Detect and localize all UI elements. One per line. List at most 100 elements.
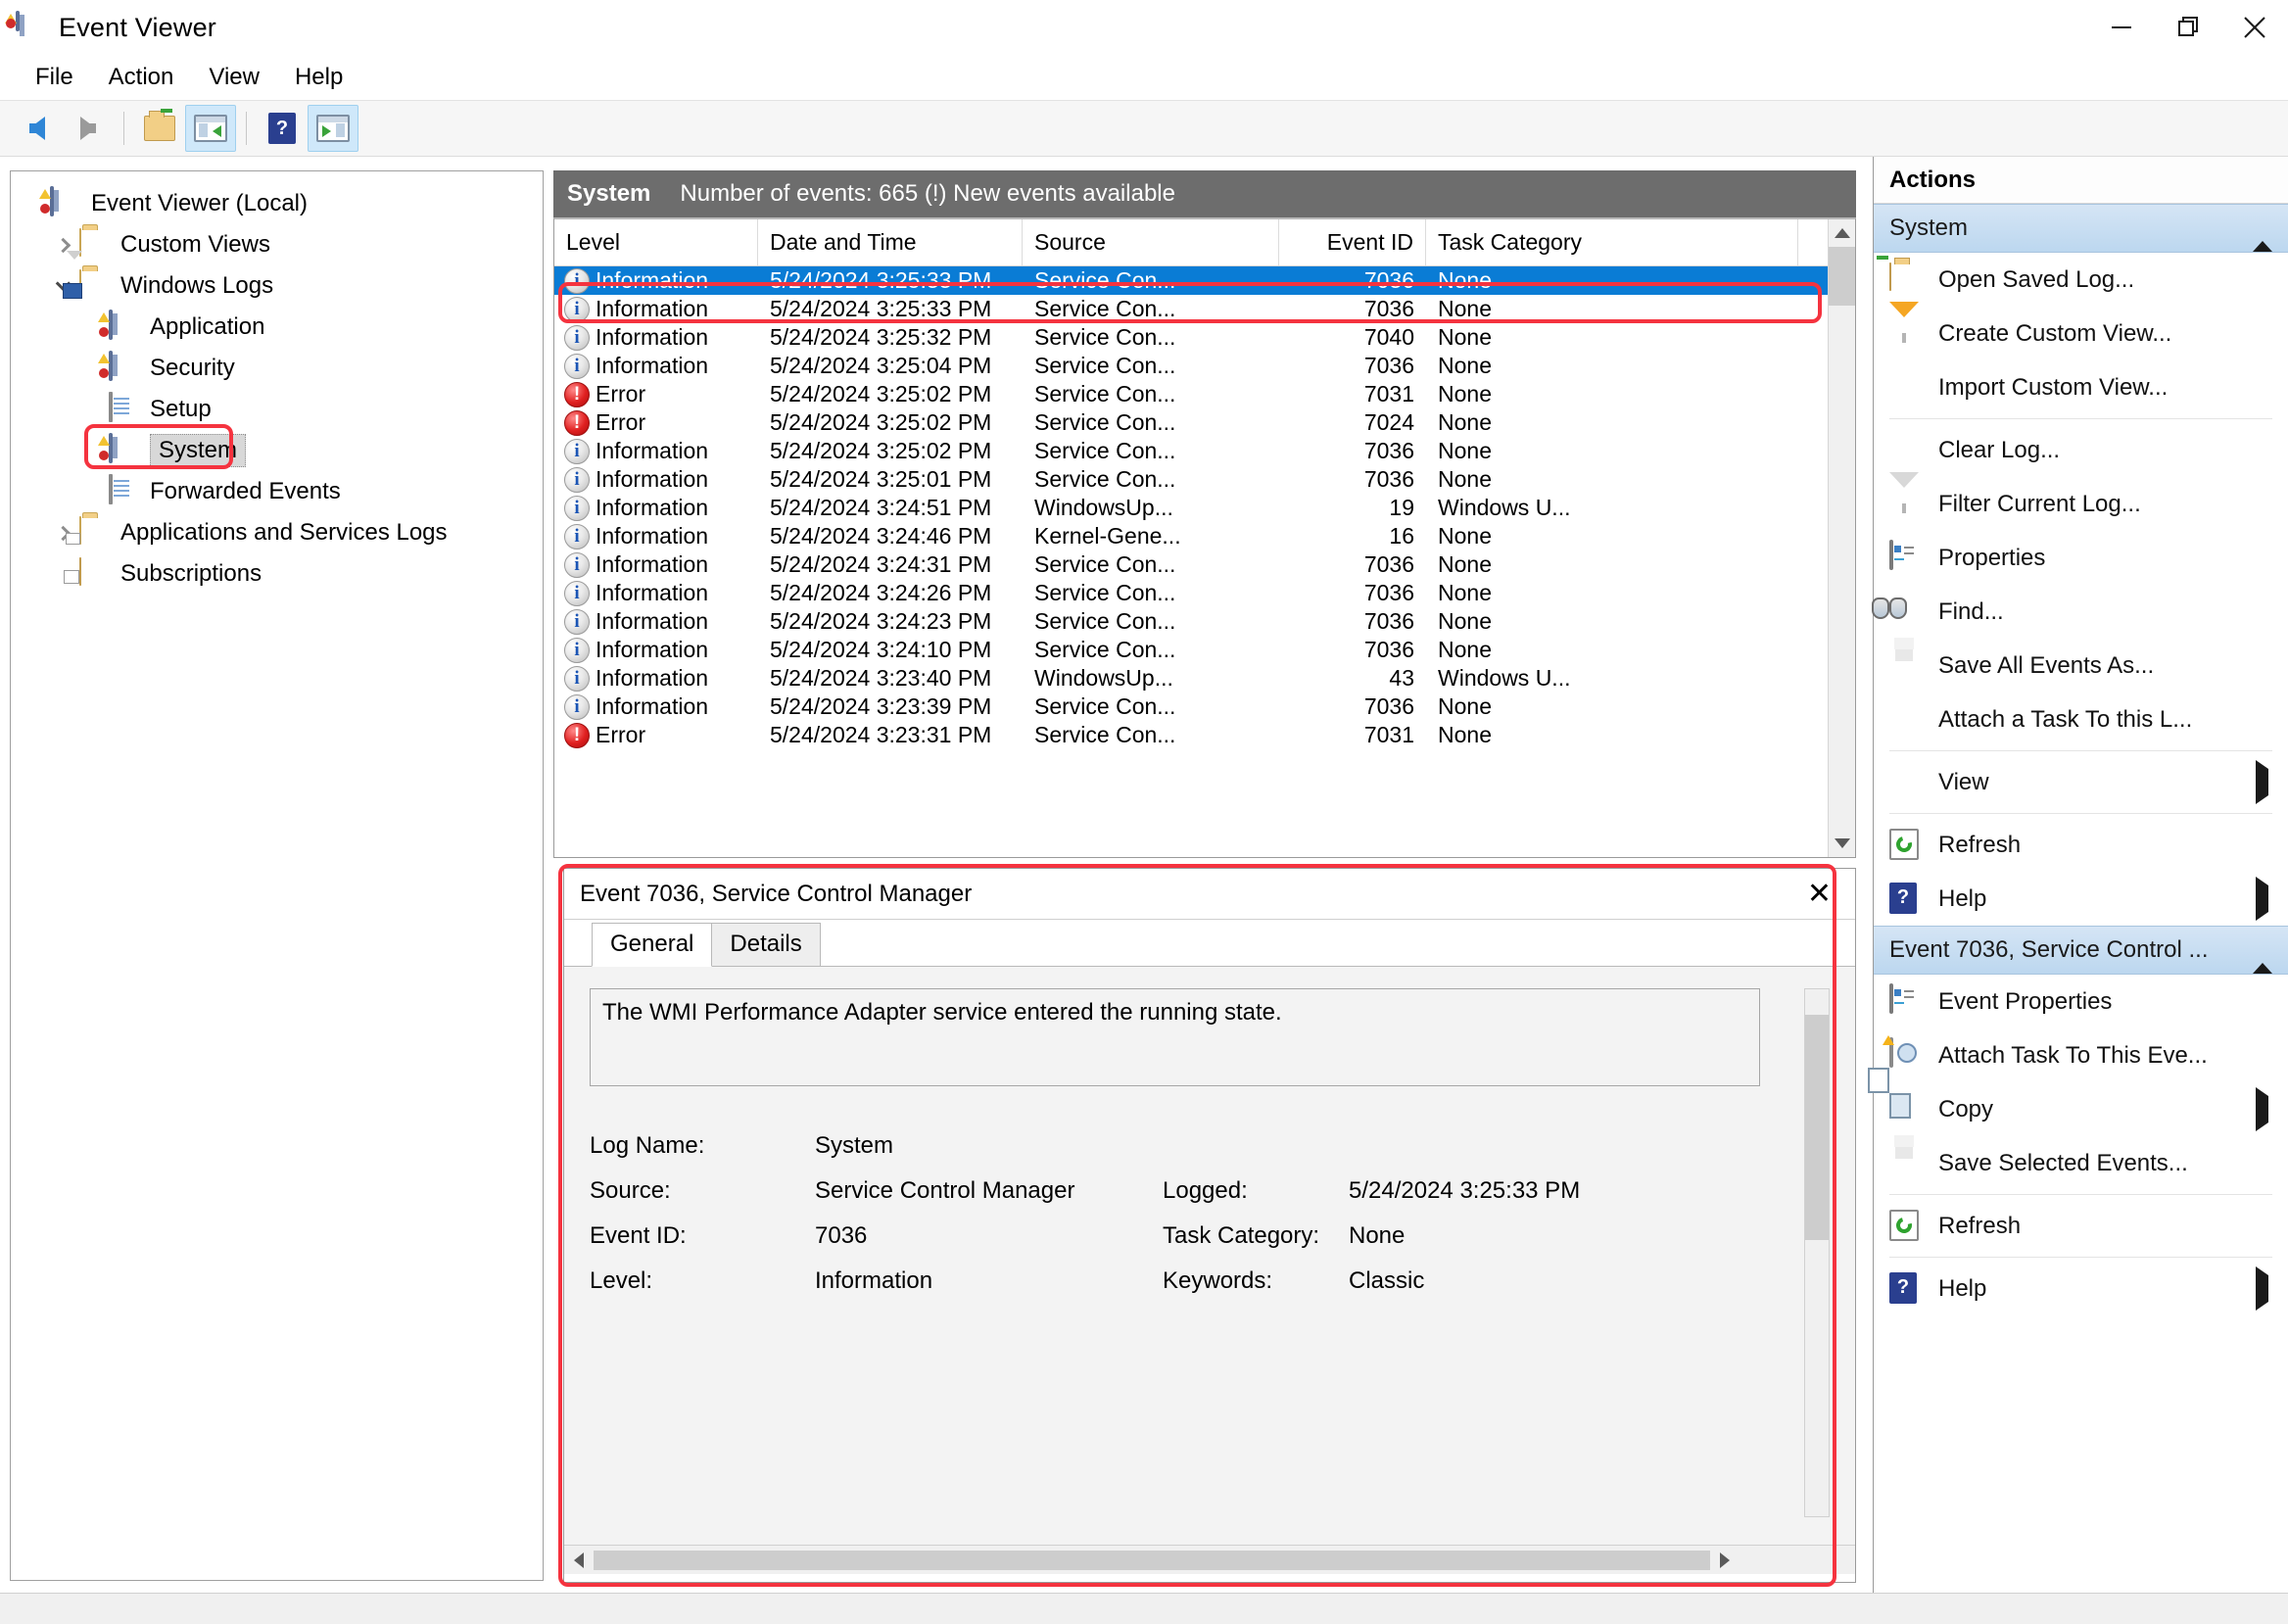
table-row[interactable]: i Information 5/24/2024 3:25:33 PM Service … bbox=[554, 266, 1855, 295]
cell-level: ! Error bbox=[554, 381, 758, 407]
cell-level: i Information bbox=[554, 324, 758, 351]
detail-pane-hscrollbar[interactable] bbox=[564, 1545, 1855, 1574]
console-tree-pane[interactable]: Event Viewer (Local) Custom Views Windows … bbox=[10, 170, 544, 1581]
table-row[interactable]: i Information 5/24/2024 3:24:51 PM WindowsU… bbox=[554, 494, 1855, 522]
table-row[interactable]: i Information 5/24/2024 3:25:04 PM Service … bbox=[554, 352, 1855, 380]
tree-item-windows-logs[interactable]: Windows Logs bbox=[11, 265, 543, 307]
tree-item-system[interactable]: System bbox=[11, 430, 543, 471]
table-row[interactable]: i Information 5/24/2024 3:23:39 PM Service … bbox=[554, 693, 1855, 721]
detail-scrollbar-thumb[interactable] bbox=[1805, 1015, 1829, 1240]
actions-group-header[interactable]: System bbox=[1874, 204, 2288, 253]
column-header-level[interactable]: Level bbox=[554, 219, 758, 265]
table-row[interactable]: i Information 5/24/2024 3:23:40 PM WindowsU… bbox=[554, 664, 1855, 693]
action-item-help[interactable]: ? Help bbox=[1874, 872, 2288, 926]
level-label: Error bbox=[596, 409, 646, 435]
tree-item-custom-views[interactable]: Custom Views bbox=[11, 224, 543, 265]
action-item-attach-task-to-this-eve[interactable]: Attach Task To This Eve... bbox=[1874, 1028, 2288, 1082]
back-button[interactable] bbox=[12, 105, 63, 152]
chevron-up-icon[interactable] bbox=[2253, 936, 2272, 974]
tab-details[interactable]: Details bbox=[711, 923, 821, 966]
scrollbar-thumb[interactable] bbox=[1829, 247, 1855, 306]
action-item-import-custom-view[interactable]: Import Custom View... bbox=[1874, 360, 2288, 414]
close-icon[interactable]: ✕ bbox=[1799, 879, 1839, 909]
action-item-save-all-events-as[interactable]: Save All Events As... bbox=[1874, 639, 2288, 693]
tree-item-application[interactable]: Application bbox=[11, 307, 543, 348]
tree-item-event-viewer-local[interactable]: Event Viewer (Local) bbox=[11, 183, 543, 224]
tree-item-setup[interactable]: Setup bbox=[11, 389, 543, 430]
action-item-copy[interactable]: Copy bbox=[1874, 1082, 2288, 1136]
action-icon-spacer bbox=[1889, 703, 1923, 737]
table-row[interactable]: i Information 5/24/2024 3:24:10 PM Service … bbox=[554, 636, 1855, 664]
action-item-open-saved-log[interactable]: Open Saved Log... bbox=[1874, 253, 2288, 307]
table-row[interactable]: ! Error 5/24/2024 3:25:02 PM Service Con...… bbox=[554, 408, 1855, 437]
action-item-save-selected-events[interactable]: Save Selected Events... bbox=[1874, 1136, 2288, 1190]
table-row[interactable]: i Information 5/24/2024 3:25:02 PM Service … bbox=[554, 437, 1855, 465]
submenu-arrow-icon[interactable] bbox=[2256, 1266, 2268, 1311]
table-row[interactable]: i Information 5/24/2024 3:24:31 PM Service … bbox=[554, 550, 1855, 579]
cell-task-category: None bbox=[1438, 381, 1492, 406]
level-label: Information bbox=[596, 608, 709, 634]
submenu-arrow-icon[interactable] bbox=[2256, 759, 2268, 804]
column-header-task-category[interactable]: Task Category bbox=[1426, 219, 1798, 265]
close-icon[interactable] bbox=[2221, 0, 2288, 55]
events-list-scrollbar[interactable] bbox=[1828, 219, 1855, 857]
submenu-arrow-icon[interactable] bbox=[2256, 1086, 2268, 1131]
tree-item-applications-and-services-logs[interactable]: Applications and Services Logs bbox=[11, 512, 543, 553]
column-header-source[interactable]: Source bbox=[1023, 219, 1279, 265]
column-header-date-and-time[interactable]: Date and Time bbox=[758, 219, 1023, 265]
table-row[interactable]: ! Error 5/24/2024 3:23:31 PM Service Con...… bbox=[554, 721, 1855, 749]
table-row[interactable]: i Information 5/24/2024 3:25:32 PM Service … bbox=[554, 323, 1855, 352]
scroll-down-icon[interactable] bbox=[1829, 830, 1855, 857]
table-row[interactable]: i Information 5/24/2024 3:24:26 PM Service … bbox=[554, 579, 1855, 607]
action-item-find[interactable]: Find... bbox=[1874, 585, 2288, 639]
restore-icon[interactable] bbox=[2155, 0, 2221, 55]
scroll-right-icon[interactable] bbox=[1710, 1547, 1740, 1574]
action-item-help[interactable]: ? Help bbox=[1874, 1262, 2288, 1315]
up-one-level-button[interactable] bbox=[134, 105, 185, 152]
custom-views-folder-icon bbox=[67, 228, 111, 261]
action-item-view[interactable]: View bbox=[1874, 755, 2288, 809]
action-item-refresh[interactable]: Refresh bbox=[1874, 1199, 2288, 1253]
app-services-folder-icon bbox=[66, 516, 111, 549]
tree-item-forwarded-events[interactable]: Forwarded Events bbox=[11, 471, 543, 512]
actions-pane: Actions System Open Saved Log... Create Cu… bbox=[1873, 157, 2288, 1593]
action-item-create-custom-view[interactable]: Create Custom View... bbox=[1874, 301, 2288, 360]
action-item-attach-a-task-to-this-l[interactable]: Attach a Task To this L... bbox=[1874, 693, 2288, 746]
tree-item-security[interactable]: Security bbox=[11, 348, 543, 389]
cell-date-and-time: 5/24/2024 3:25:02 PM bbox=[770, 409, 992, 435]
action-item-refresh[interactable]: Refresh bbox=[1874, 818, 2288, 872]
minimize-icon[interactable] bbox=[2088, 0, 2155, 55]
column-header-event-id[interactable]: Event ID bbox=[1279, 219, 1426, 265]
menu-view[interactable]: View bbox=[191, 60, 277, 95]
menu-bar: File Action View Help bbox=[0, 55, 2288, 100]
table-row[interactable]: ! Error 5/24/2024 3:25:02 PM Service Con...… bbox=[554, 380, 1855, 408]
forward-button[interactable] bbox=[63, 105, 114, 152]
menu-file[interactable]: File bbox=[18, 60, 91, 95]
table-row[interactable]: i Information 5/24/2024 3:24:46 PM Kernel-G… bbox=[554, 522, 1855, 550]
show-hide-action-pane-button[interactable] bbox=[308, 105, 358, 152]
action-item-filter-current-log[interactable]: Filter Current Log... bbox=[1874, 471, 2288, 531]
menu-help[interactable]: Help bbox=[277, 60, 360, 95]
table-row[interactable]: i Information 5/24/2024 3:24:23 PM Service … bbox=[554, 607, 1855, 636]
tree-item-subscriptions[interactable]: Subscriptions bbox=[11, 553, 543, 595]
action-item-event-properties[interactable]: Event Properties bbox=[1874, 975, 2288, 1028]
table-row[interactable]: i Information 5/24/2024 3:25:01 PM Service … bbox=[554, 465, 1855, 494]
table-row[interactable]: i Information 5/24/2024 3:25:33 PM Service … bbox=[554, 295, 1855, 323]
actions-group-header[interactable]: Event 7036, Service Control ... bbox=[1874, 926, 2288, 975]
menu-action[interactable]: Action bbox=[91, 60, 192, 95]
chevron-up-icon[interactable] bbox=[2253, 215, 2272, 252]
cell-source: Service Con... bbox=[1034, 267, 1176, 293]
action-item-properties[interactable]: Properties bbox=[1874, 531, 2288, 585]
help-button[interactable]: ? bbox=[257, 105, 308, 152]
tab-general[interactable]: General bbox=[592, 923, 713, 967]
detail-pane-scrollbar[interactable] bbox=[1804, 988, 1830, 1517]
scroll-left-icon[interactable] bbox=[564, 1547, 594, 1574]
events-grid[interactable]: Level Date and Time Source Event ID Task… bbox=[553, 217, 1856, 858]
action-item-label: Open Saved Log... bbox=[1938, 265, 2135, 293]
submenu-arrow-icon[interactable] bbox=[2256, 876, 2268, 921]
action-item-clear-log[interactable]: Clear Log... bbox=[1874, 423, 2288, 477]
hscrollbar-thumb[interactable] bbox=[594, 1550, 1710, 1570]
show-hide-console-tree-button[interactable] bbox=[185, 105, 236, 152]
scroll-up-icon[interactable] bbox=[1829, 219, 1855, 247]
